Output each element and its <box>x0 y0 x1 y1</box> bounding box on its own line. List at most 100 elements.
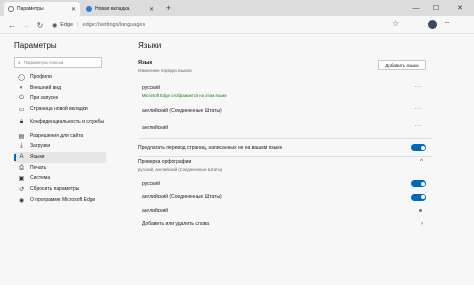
sidebar-item-label: Внешний вид <box>30 84 61 91</box>
close-window-icon[interactable]: ✕ <box>452 0 468 16</box>
more-menu-icon[interactable]: ··· <box>444 18 450 27</box>
sidebar-item-privacy[interactable]: 🔒︎ Конфиденциальность и службы <box>14 115 106 131</box>
sidebar-item-new-tab-page[interactable]: ▭ Страница новой вкладки <box>14 104 106 115</box>
system-icon: ▣ <box>18 176 25 183</box>
translate-offer-label: Предлагать перевод страниц, написанных н… <box>138 144 283 151</box>
profile-icon: ◯ <box>18 74 25 81</box>
divider <box>138 138 432 139</box>
more-options-icon[interactable]: ··· <box>415 84 423 90</box>
add-remove-words-row[interactable]: Добавить или удалить слова › <box>138 218 432 232</box>
back-button[interactable]: ← <box>6 19 18 31</box>
sidebar-item-reset[interactable]: ↺ Сбросить параметры <box>14 184 106 195</box>
tab-strip: Параметры ✕ Новая вкладка ✕ + — ☐ ✕ <box>0 0 474 16</box>
power-icon: ⏻ <box>19 95 24 102</box>
sidebar-title: Параметры <box>14 41 57 50</box>
sidebar-item-label: Языки <box>30 153 45 160</box>
chevron-up-icon[interactable]: ^ <box>420 159 423 165</box>
divider <box>138 156 432 157</box>
tab-label: Новая вкладка <box>95 6 130 12</box>
sidebar-item-languages[interactable]: A Языки <box>14 152 106 163</box>
address-url: edge://settings/languages <box>82 22 146 28</box>
tab-settings[interactable]: Параметры ✕ <box>4 2 80 16</box>
sidebar-item-label: Профили <box>30 73 52 80</box>
spellcheck-toggle[interactable] <box>411 193 426 201</box>
printer-icon: ⎙ <box>19 164 24 171</box>
languages-section-header: Язык Изменение порядка языков Добавить я… <box>138 60 432 80</box>
sidebar-item-label: Загрузки <box>30 143 51 150</box>
spellcheck-language-row: английский (Соединенные Штаты) <box>138 191 432 205</box>
sidebar-item-startup[interactable]: ⏻ При запуске <box>14 93 106 104</box>
translate-offer-toggle[interactable] <box>411 144 426 151</box>
sidebar-item-label: Конфиденциальность и службы <box>30 119 105 126</box>
tab-label: Параметры <box>17 6 44 12</box>
sidebar-item-label: Разрешения для сайта <box>30 132 84 139</box>
search-input[interactable]: ⌕ Параметры поиска <box>14 57 102 68</box>
search-icon: ⌕ <box>18 59 21 66</box>
spellcheck-subtitle: русский, английский (Соединенные Штаты) <box>138 167 223 172</box>
spellcheck-language-label: английский <box>142 207 169 214</box>
sidebar-item-downloads[interactable]: ⤓ Загрузки <box>14 141 106 152</box>
edge-icon: ◉ <box>52 22 58 29</box>
sidebar-nav: ◯ Профили ◐ Внешний вид ⏻ При запуске ▭ … <box>14 72 106 206</box>
sidebar-item-label: Страница новой вкладки <box>30 105 88 112</box>
spellcheck-title: Проверка орфографии <box>138 159 192 165</box>
spellcheck-status-dot[interactable] <box>419 209 422 212</box>
lock-icon: 🔒︎ <box>19 119 24 126</box>
more-options-icon[interactable]: ··· <box>415 123 423 129</box>
address-host: Edge <box>60 22 74 28</box>
add-languages-button[interactable]: Добавить языки <box>378 60 426 70</box>
site-permissions-icon: ▤ <box>18 133 25 140</box>
language-note: Microsoft Edge отображается на этом язык… <box>142 92 227 98</box>
sidebar: Параметры ⌕ Параметры поиска ◯ Профили ◐… <box>14 41 106 206</box>
edge-icon <box>86 6 92 12</box>
settings-page: Параметры ⌕ Параметры поиска ◯ Профили ◐… <box>0 35 474 285</box>
close-tab-icon[interactable]: ✕ <box>71 6 76 13</box>
page-title: Языки <box>138 41 162 50</box>
search-placeholder: Параметры поиска <box>23 60 64 65</box>
toolbar: ← → ↻ ◉ Edge | edge://settings/languages… <box>0 16 474 34</box>
language-name: русский <box>142 84 160 91</box>
edge-icon: ◉ <box>18 197 25 204</box>
spellcheck-language-label: английский (Соединенные Штаты) <box>142 194 222 201</box>
language-name: английский (Соединенные Штаты) <box>142 107 222 114</box>
chevron-right-icon: › <box>421 220 423 227</box>
sidebar-item-about[interactable]: ◉ О программе Microsoft Edge <box>14 195 106 206</box>
new-tab-icon: ▭ <box>18 106 25 113</box>
spellcheck-header[interactable]: Проверка орфографии русский, английский … <box>138 159 432 177</box>
refresh-button[interactable]: ↻ <box>34 19 46 31</box>
window-bottom <box>0 285 474 292</box>
main-panel: Языки Язык Изменение порядка языков Доба… <box>138 41 432 231</box>
sidebar-item-label: Печать <box>30 164 47 171</box>
language-name: английский <box>142 124 169 131</box>
address-bar[interactable]: ◉ Edge | edge://settings/languages <box>52 19 386 31</box>
maximize-icon[interactable]: ☐ <box>428 0 444 16</box>
languages-icon: A <box>19 154 24 161</box>
more-options-icon[interactable]: ··· <box>415 106 423 112</box>
sidebar-item-label: Сбросить параметры <box>30 186 80 193</box>
sidebar-item-printers[interactable]: ⎙ Печать <box>14 163 106 174</box>
language-row: английский (Соединенные Штаты) ··· <box>138 102 432 119</box>
spellcheck-language-row: английский <box>138 204 432 218</box>
avatar[interactable] <box>428 20 437 29</box>
sidebar-item-label: О программе Microsoft Edge <box>30 196 96 203</box>
spellcheck-toggle[interactable] <box>411 180 426 187</box>
sidebar-item-site-permissions[interactable]: ▤ Разрешения для сайта <box>14 131 106 142</box>
sidebar-item-appearance[interactable]: ◐ Внешний вид <box>14 83 106 94</box>
language-row: русский Microsoft Edge отображается на э… <box>138 80 432 102</box>
minimize-icon[interactable]: — <box>408 0 424 16</box>
sidebar-item-system[interactable]: ▣ Система <box>14 174 106 185</box>
gear-icon <box>8 6 14 12</box>
spellcheck-language-row: русский <box>138 177 432 191</box>
spellcheck-language-label: русский <box>142 180 160 187</box>
reset-icon: ↺ <box>18 187 25 194</box>
appearance-icon: ◐ <box>19 85 24 92</box>
download-icon: ⤓ <box>20 143 23 150</box>
add-remove-words-label: Добавить или удалить слова <box>142 221 210 228</box>
forward-button[interactable]: → <box>20 19 32 31</box>
sidebar-item-label: Система <box>30 175 51 182</box>
tab-new-tab[interactable]: Новая вкладка ✕ <box>82 2 158 16</box>
new-tab-button[interactable]: + <box>166 3 171 13</box>
close-tab-icon[interactable]: ✕ <box>149 6 154 13</box>
sidebar-item-profiles[interactable]: ◯ Профили <box>14 72 106 83</box>
favorite-star-icon[interactable]: ☆ <box>392 19 399 28</box>
